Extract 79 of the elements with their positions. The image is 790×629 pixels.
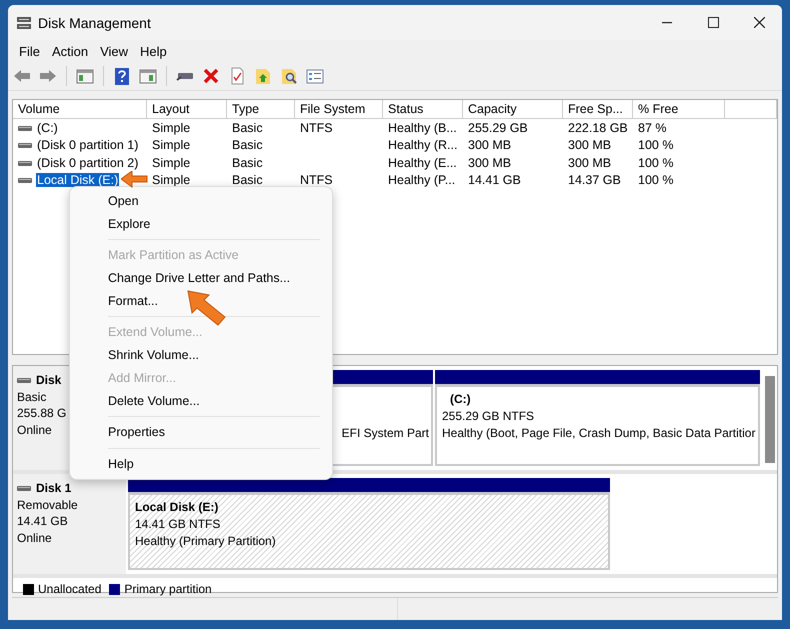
partition-box[interactable]: (C:) 255.29 GB NTFS Healthy (Boot, Page File, Crash Dump, Basic Data Partitior (435, 384, 760, 466)
table-cell-text: Healthy (B... (387, 120, 458, 135)
menu-item[interactable]: Help (137, 44, 176, 58)
table-cell-text: 87 % (637, 120, 668, 135)
legend-label: Unallocated (38, 582, 102, 596)
disk-info: 14.41 GB (17, 513, 69, 530)
column-header[interactable]: File System (295, 100, 383, 118)
partition-box[interactable]: Local Disk (E:) 14.41 GB NTFS Healthy (Primary Partition) (128, 492, 610, 570)
table-cell-text: Simple (151, 156, 192, 170)
table-cell-text: 100 % (637, 156, 674, 170)
folder-search-icon[interactable] (279, 66, 299, 86)
table-cell-text: Basic (231, 138, 264, 152)
table-cell-text: NTFS (299, 173, 334, 188)
partition-info: Healthy (Primary Partition) (135, 533, 277, 550)
menu-item[interactable]: Action (48, 44, 98, 58)
pointer-arrow (121, 171, 148, 188)
table-cell-text: NTFS (299, 120, 334, 135)
table-cell-text: Healthy (P... (387, 173, 456, 188)
table-cell-text: Basic (231, 120, 264, 135)
partition-info: Healthy (Boot, Page File, Crash Dump, Basic Data Partitior (442, 425, 753, 442)
maximize-icon (708, 17, 718, 28)
column-header[interactable]: Layout (147, 100, 227, 118)
table-cell-text: 300 MB (467, 138, 512, 152)
partition-name: (C:) (449, 391, 472, 408)
table-cell-text: 100 % (637, 173, 674, 188)
table-cell-text: Basic (231, 156, 264, 170)
table-cell-text: 100 % (637, 138, 674, 152)
menu-item[interactable]: Open (70, 190, 332, 213)
disk-info: Removable (17, 496, 79, 513)
drive-label[interactable]: (Disk 0 partition 2) (36, 156, 140, 170)
disk-name: Disk 1 (36, 480, 72, 496)
disk-info: Online (17, 530, 53, 546)
column-header[interactable]: Status (383, 100, 463, 118)
column-header[interactable]: Capacity (463, 100, 563, 118)
table-cell-text: Healthy (R... (387, 138, 458, 152)
close-icon (754, 17, 764, 28)
table-cell-text: 14.37 GB (567, 173, 622, 188)
partition-name: Local Disk (E:) (135, 499, 220, 516)
menu-item[interactable]: Explore (70, 212, 332, 236)
disk-name: Disk (36, 372, 62, 388)
table-cell-text: 255.29 GB (467, 120, 529, 135)
table-cell-text: 14.41 GB (467, 173, 522, 188)
column-header[interactable]: Type (227, 100, 295, 118)
partition-info: 255.29 GB NTFS (442, 408, 536, 425)
disk-info: 255.88 G (17, 405, 68, 422)
menu-item[interactable]: File (16, 44, 49, 58)
table-cell-text: 300 MB (467, 156, 512, 170)
menu-item[interactable]: Format... (70, 290, 332, 312)
scrollbar[interactable] (765, 376, 775, 463)
drive-label[interactable]: (Disk 0 partition 1) (36, 138, 140, 152)
column-header[interactable]: Volume (13, 100, 147, 118)
table-cell-text: 300 MB (567, 156, 612, 170)
menu-item[interactable]: Properties (70, 421, 332, 444)
column-header[interactable]: % Free (633, 100, 725, 118)
delete-icon[interactable] (201, 66, 221, 86)
menu-item[interactable]: Shrink Volume... (70, 344, 332, 367)
menu-item[interactable]: View (97, 44, 138, 58)
partition-info: EFI System Part (342, 425, 429, 442)
table-cell-text: Simple (151, 138, 192, 152)
app-icon (16, 14, 32, 30)
legend-label: Primary partition (124, 582, 212, 596)
folder-up-icon[interactable] (253, 66, 273, 86)
partition-info: 14.41 GB NTFS (135, 516, 222, 533)
table-cell-text: Simple (151, 173, 192, 188)
table-cell-text: Simple (151, 120, 192, 135)
column-header[interactable]: Free Sp... (563, 100, 633, 118)
drive-label[interactable]: (C:) (36, 120, 59, 135)
pointer-arrow (187, 290, 227, 327)
table-cell-text: 222.18 GB (567, 120, 629, 135)
minimize-icon (662, 22, 672, 24)
table-cell-text: 300 MB (567, 138, 612, 152)
menu-item[interactable]: Delete Volume... (70, 390, 332, 412)
table-cell-text: Basic (231, 173, 264, 188)
table-cell-text: Healthy (E... (387, 156, 458, 170)
window-title: Disk Management (38, 14, 151, 30)
menu-item[interactable]: Change Drive Letter and Paths... (70, 267, 332, 290)
help-icon[interactable] (112, 66, 132, 86)
menu-item[interactable]: Help (70, 452, 332, 476)
drive-label[interactable]: Local Disk (E:) (36, 173, 120, 188)
